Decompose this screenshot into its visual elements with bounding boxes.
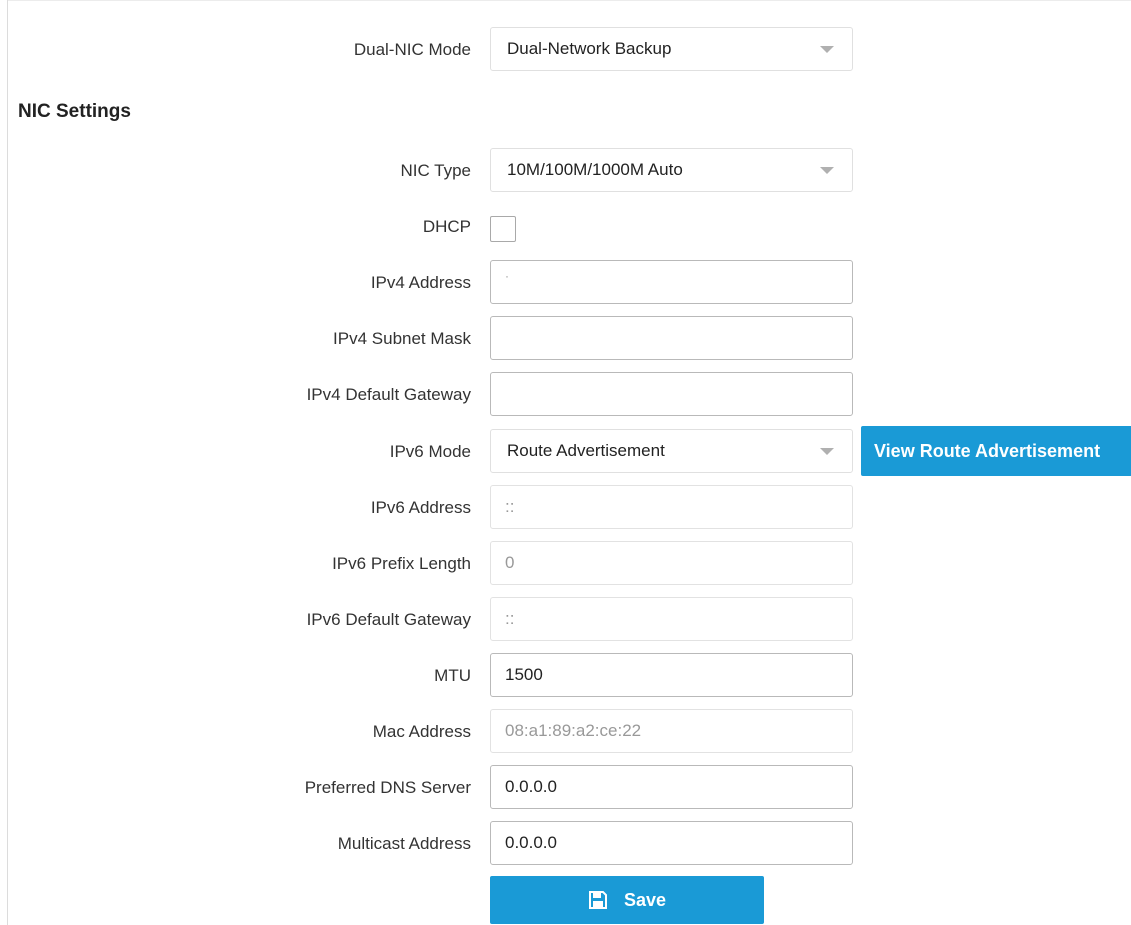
multicast-address-input[interactable]: 0.0.0.0 bbox=[490, 821, 853, 865]
dual-nic-mode-select[interactable]: Dual-Network Backup bbox=[490, 27, 853, 71]
chevron-down-icon bbox=[820, 46, 834, 53]
ipv6-prefix-input[interactable]: 0 bbox=[490, 541, 853, 585]
multicast-address-row: Multicast Address 0.0.0.0 bbox=[0, 821, 1131, 867]
save-button-label: Save bbox=[623, 889, 667, 910]
ipv4-subnet-row: IPv4 Subnet Mask bbox=[0, 316, 1131, 362]
ipv4-gateway-row: IPv4 Default Gateway bbox=[0, 372, 1131, 418]
ipv4-gateway-input[interactable] bbox=[490, 372, 853, 416]
mac-address-input[interactable]: 08:a1:89:a2:ce:22 bbox=[490, 709, 853, 753]
mtu-label: MTU bbox=[434, 666, 471, 685]
dual-nic-mode-value: Dual-Network Backup bbox=[507, 39, 672, 58]
preferred-dns-row: Preferred DNS Server 0.0.0.0 bbox=[0, 765, 1131, 811]
nic-type-row: NIC Type 10M/100M/1000M Auto bbox=[0, 148, 1131, 194]
dhcp-row: DHCP bbox=[0, 204, 1131, 250]
chevron-down-icon bbox=[820, 448, 834, 455]
ipv4-address-row: IPv4 Address · bbox=[0, 260, 1131, 306]
preferred-dns-input[interactable]: 0.0.0.0 bbox=[490, 765, 853, 809]
nic-type-select[interactable]: 10M/100M/1000M Auto bbox=[490, 148, 853, 192]
ipv6-address-label: IPv6 Address bbox=[370, 498, 471, 517]
mtu-input[interactable]: 1500 bbox=[490, 653, 853, 697]
dual-nic-mode-row: Dual-NIC Mode Dual-Network Backup bbox=[0, 27, 1131, 73]
top-divider bbox=[7, 0, 1131, 1]
ipv6-address-input[interactable]: :: bbox=[490, 485, 853, 529]
save-button[interactable]: Save bbox=[490, 876, 764, 924]
ipv6-mode-label: IPv6 Mode bbox=[389, 442, 471, 461]
ipv6-gateway-label: IPv6 Default Gateway bbox=[306, 610, 471, 629]
nic-type-value: 10M/100M/1000M Auto bbox=[507, 160, 683, 179]
chevron-down-icon bbox=[820, 167, 834, 174]
preferred-dns-label: Preferred DNS Server bbox=[304, 778, 471, 797]
dhcp-label: DHCP bbox=[422, 217, 471, 236]
ipv4-gateway-label: IPv4 Default Gateway bbox=[306, 385, 471, 404]
dual-nic-mode-label: Dual-NIC Mode bbox=[353, 40, 471, 59]
view-route-advertisement-button[interactable]: View Route Advertisement bbox=[861, 426, 1131, 476]
ipv6-mode-value: Route Advertisement bbox=[507, 441, 665, 460]
ipv6-prefix-label: IPv6 Prefix Length bbox=[332, 554, 471, 573]
ipv6-address-row: IPv6 Address :: bbox=[0, 485, 1131, 531]
dhcp-checkbox[interactable] bbox=[490, 216, 516, 242]
ipv4-subnet-input[interactable] bbox=[490, 316, 853, 360]
floppy-disk-icon bbox=[588, 891, 607, 909]
section-title: NIC Settings bbox=[18, 101, 131, 122]
ipv6-gateway-row: IPv6 Default Gateway :: bbox=[0, 597, 1131, 643]
ipv4-address-label: IPv4 Address bbox=[370, 273, 471, 292]
nic-type-label: NIC Type bbox=[400, 161, 471, 180]
ipv6-mode-select[interactable]: Route Advertisement bbox=[490, 429, 853, 473]
mac-address-label: Mac Address bbox=[372, 722, 471, 741]
ipv4-subnet-label: IPv4 Subnet Mask bbox=[333, 329, 471, 348]
ipv4-address-input[interactable]: · bbox=[490, 260, 853, 304]
multicast-address-label: Multicast Address bbox=[337, 834, 471, 853]
mac-address-row: Mac Address 08:a1:89:a2:ce:22 bbox=[0, 709, 1131, 755]
mtu-row: MTU 1500 bbox=[0, 653, 1131, 699]
ipv6-prefix-row: IPv6 Prefix Length 0 bbox=[0, 541, 1131, 587]
ipv6-gateway-input[interactable]: :: bbox=[490, 597, 853, 641]
